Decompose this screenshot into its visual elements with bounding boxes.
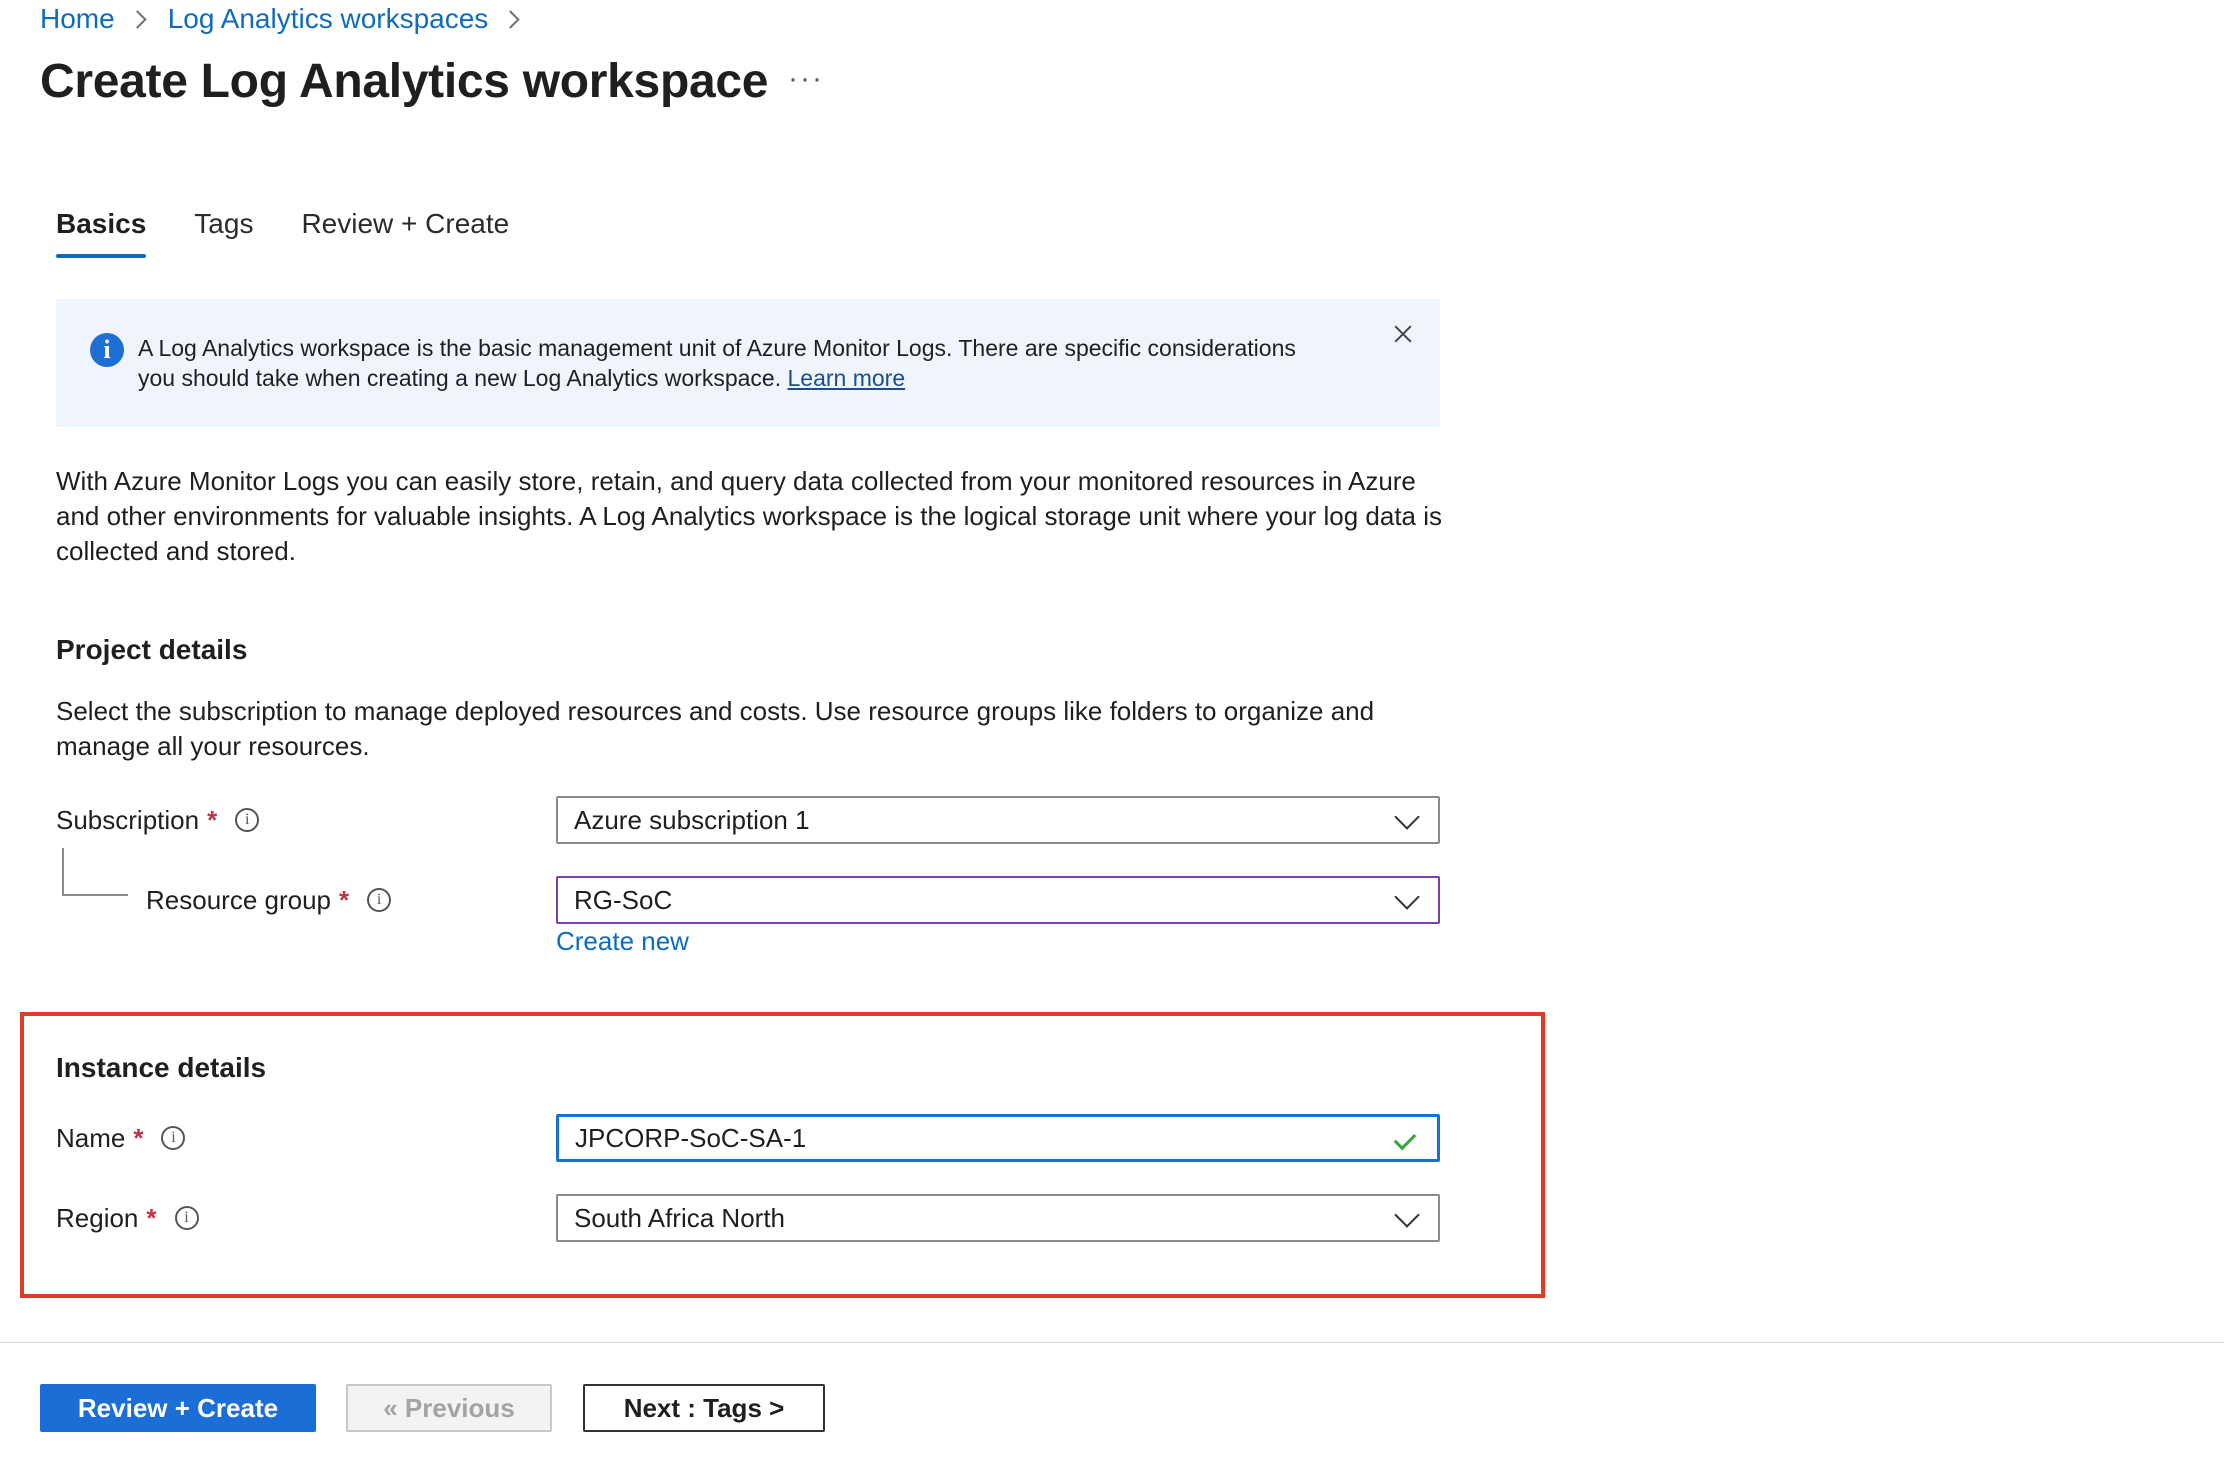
subscription-label: Subscription * i [56, 802, 260, 838]
tab-basics[interactable]: Basics [56, 208, 147, 258]
info-banner-text: A Log Analytics workspace is the basic m… [138, 333, 1338, 393]
workspace-description: With Azure Monitor Logs you can easily s… [56, 466, 1443, 566]
review-create-button[interactable]: Review + Create [40, 1384, 316, 1432]
chevron-right-icon [501, 9, 521, 29]
info-circle-icon[interactable]: i [161, 1126, 186, 1150]
info-circle-icon[interactable]: i [367, 888, 392, 912]
create-workspace-page: Home Log Analytics workspaces Create Log… [0, 0, 2224, 1466]
footer-divider [0, 1342, 2224, 1343]
resource-group-label-text: Resource group [146, 884, 331, 915]
previous-button[interactable]: « Previous [346, 1384, 552, 1432]
info-banner: i A Log Analytics workspace is the basic… [56, 299, 1440, 427]
learn-more-link[interactable]: Learn more [788, 365, 906, 391]
info-icon: i [90, 333, 124, 367]
required-marker: * [207, 804, 218, 835]
region-dropdown[interactable]: South Africa North [556, 1194, 1440, 1242]
subscription-label-text: Subscription [56, 804, 200, 835]
required-marker: * [133, 1122, 144, 1153]
workspace-name-input[interactable]: JPCORP-SoC-SA-1 [556, 1114, 1440, 1162]
subscription-dropdown[interactable]: Azure subscription 1 [556, 796, 1440, 844]
chevron-down-icon [1394, 804, 1420, 830]
instance-details-heading: Instance details [56, 1052, 267, 1083]
tree-connector [62, 848, 128, 896]
region-label-text: Region [56, 1202, 139, 1233]
create-new-resource-group-link[interactable]: Create new [556, 926, 689, 957]
info-circle-icon[interactable]: i [174, 1206, 199, 1230]
next-tags-button[interactable]: Next : Tags > [583, 1384, 825, 1432]
chevron-right-icon [128, 9, 147, 29]
chevron-down-icon [1394, 884, 1420, 910]
breadcrumb-workspaces-link[interactable]: Log Analytics workspaces [168, 3, 489, 35]
tab-tags[interactable]: Tags [194, 208, 253, 258]
resource-group-dropdown[interactable]: RG-SoC [556, 876, 1440, 924]
required-marker: * [146, 1202, 157, 1233]
required-marker: * [339, 884, 350, 915]
project-details-description: Select the subscription to manage deploy… [56, 696, 1375, 761]
tab-review-create[interactable]: Review + Create [301, 208, 509, 258]
close-icon[interactable] [1388, 319, 1418, 349]
breadcrumb-home-link[interactable]: Home [40, 3, 115, 35]
tab-bar: Basics Tags Review + Create [56, 208, 557, 258]
checkmark-icon [1393, 1127, 1417, 1151]
subscription-value: Azure subscription 1 [574, 804, 810, 835]
workspace-name-value: JPCORP-SoC-SA-1 [575, 1122, 807, 1153]
page-title: Create Log Analytics workspace [40, 55, 769, 108]
project-details-heading: Project details [56, 634, 248, 665]
chevron-down-icon [1394, 1202, 1420, 1228]
resource-group-value: RG-SoC [574, 884, 673, 915]
more-options-button[interactable]: ··· [788, 62, 824, 96]
name-label-text: Name [56, 1122, 126, 1153]
resource-group-label: Resource group * i [146, 882, 392, 918]
info-circle-icon[interactable]: i [235, 808, 260, 832]
breadcrumb: Home Log Analytics workspaces [40, 0, 541, 38]
info-banner-message: A Log Analytics workspace is the basic m… [138, 335, 1296, 391]
name-label: Name * i [56, 1120, 186, 1156]
region-label: Region * i [56, 1200, 199, 1236]
region-value: South Africa North [574, 1202, 785, 1233]
